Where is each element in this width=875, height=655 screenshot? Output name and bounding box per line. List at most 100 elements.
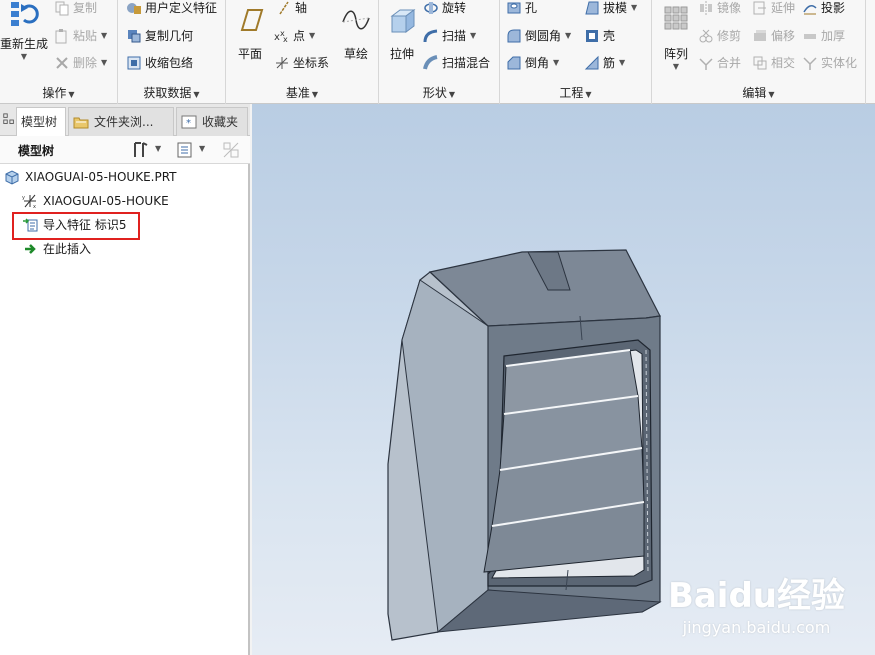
- extrude-icon: [390, 9, 416, 33]
- part-icon: [5, 170, 19, 185]
- rib-label: 筋: [603, 56, 616, 70]
- rib-icon: [584, 55, 599, 70]
- shell-label: 壳: [603, 29, 616, 43]
- svg-text:x: x: [283, 35, 288, 44]
- group-operations: 重新生成 ▼ 复制 粘贴 ▼ 删除 ▼ 操作 ▼: [0, 0, 118, 104]
- solidify-icon: [803, 57, 817, 70]
- axis-icon: [279, 1, 289, 15]
- group-datum: 平面 轴 xxx 点 ▼ 坐标系 草绘 基准 ▼: [226, 0, 379, 104]
- group-label-operations[interactable]: 操作 ▼: [0, 84, 117, 102]
- copy-label: 复制: [73, 1, 98, 15]
- sweep-icon: [423, 29, 438, 43]
- tab-favorites[interactable]: * 收藏夹: [176, 107, 248, 136]
- settings-tools-icon[interactable]: [132, 141, 150, 159]
- offset-label: 偏移: [771, 29, 796, 43]
- group-label-datum[interactable]: 基准 ▼: [226, 84, 378, 102]
- thicken-label: 加厚: [821, 29, 846, 43]
- sweep-label: 扫描: [442, 29, 467, 43]
- rib-button[interactable]: 筋 ▼: [584, 52, 625, 74]
- draft-label: 拔模: [603, 1, 628, 15]
- offset-button[interactable]: 偏移: [752, 25, 795, 47]
- pattern-button[interactable]: 阵列 ▼: [656, 0, 696, 71]
- intersect-icon: [753, 56, 767, 70]
- round-button[interactable]: 倒圆角 ▼: [506, 25, 571, 47]
- csys-button[interactable]: 坐标系: [274, 52, 329, 74]
- watermark-logo-text: Baidu经验: [667, 576, 845, 616]
- group-label-engineering[interactable]: 工程 ▼: [500, 84, 651, 102]
- model-3d-view[interactable]: [252, 104, 875, 655]
- merge-icon: [699, 58, 713, 70]
- draft-button[interactable]: 拔模 ▼: [584, 0, 637, 19]
- highlight-annotation-box: [12, 212, 140, 240]
- show-list-icon[interactable]: [176, 141, 194, 159]
- swept-blend-icon: [423, 55, 438, 70]
- filter-icon[interactable]: [222, 141, 240, 159]
- paste-button[interactable]: 粘贴 ▼: [54, 25, 107, 47]
- project-label: 投影: [821, 1, 846, 15]
- chevron-down-icon: ▼: [565, 31, 572, 40]
- swept-blend-button[interactable]: 扫描混合: [423, 52, 490, 74]
- mirror-button[interactable]: 镜像: [698, 0, 741, 19]
- axis-button[interactable]: 轴: [276, 0, 307, 19]
- shell-button[interactable]: 壳: [584, 25, 615, 47]
- revolve-icon: [424, 2, 438, 14]
- point-button[interactable]: xxx 点 ▼: [274, 25, 315, 47]
- extend-button[interactable]: 延伸: [752, 0, 795, 19]
- tab-model-tree[interactable]: 模型树: [16, 107, 66, 137]
- delete-button[interactable]: 删除 ▼: [54, 52, 107, 74]
- svg-text:y: y: [22, 195, 25, 201]
- copy-button[interactable]: 复制: [54, 0, 97, 19]
- intersect-label: 相交: [771, 56, 796, 70]
- chamfer-icon: [507, 56, 521, 70]
- plane-button[interactable]: 平面: [230, 0, 270, 62]
- chevron-down-icon[interactable]: ▼: [155, 144, 161, 153]
- csys-icon: yx: [22, 194, 36, 209]
- project-button[interactable]: 投影: [802, 0, 845, 19]
- chevron-down-icon: ▼: [672, 62, 680, 71]
- svg-text:*: *: [186, 118, 191, 129]
- csys-label: 坐标系: [293, 56, 330, 70]
- tree-item-insert-here[interactable]: 在此插入: [22, 239, 91, 259]
- copy-geometry-label: 复制几何: [145, 29, 194, 43]
- trim-icon: [699, 29, 713, 43]
- user-defined-feature-button[interactable]: 用户定义特征: [126, 0, 217, 19]
- chevron-down-icon: ▼: [309, 31, 316, 40]
- group-engineering: 孔 倒圆角 ▼ 倒角 ▼ 拔模 ▼ 壳 筋 ▼ 工程 ▼: [500, 0, 652, 104]
- chevron-down-icon: ▼: [470, 31, 477, 40]
- chamfer-button[interactable]: 倒角 ▼: [506, 52, 559, 74]
- trim-label: 修剪: [717, 29, 742, 43]
- delete-icon: [56, 57, 68, 69]
- tree-item-root-part[interactable]: XIAOGUAI-05-HOUKE.PRT: [4, 167, 177, 187]
- tree-item-csys[interactable]: yx XIAOGUAI-05-HOUKE: [22, 191, 169, 211]
- thicken-button[interactable]: 加厚: [802, 25, 845, 47]
- copy-geometry-button[interactable]: 复制几何: [126, 25, 193, 47]
- model-tree-toolbar: 模型树 ▼ ▼: [0, 136, 250, 164]
- hole-button[interactable]: 孔: [506, 0, 537, 19]
- folder-icon: [73, 117, 89, 129]
- tree-item-label: XIAOGUAI-05-HOUKE.PRT: [25, 170, 177, 184]
- chevron-down-icon[interactable]: ▼: [199, 144, 205, 153]
- group-label-get-data[interactable]: 获取数据 ▼: [118, 84, 225, 102]
- shrinkwrap-label: 收缩包络: [145, 56, 194, 70]
- point-label: 点: [293, 29, 306, 43]
- sketch-button[interactable]: 草绘: [336, 0, 376, 62]
- tab-folder-browser[interactable]: 文件夹浏...: [68, 107, 174, 136]
- regenerate-label: 重新生成: [0, 37, 49, 51]
- plane-label: 平面: [237, 47, 262, 61]
- graphics-viewport[interactable]: Baidu经验 jingyan.baidu.com: [252, 104, 875, 655]
- chevron-down-icon: ▼: [619, 58, 626, 67]
- regenerate-button[interactable]: 重新生成 ▼: [0, 0, 48, 61]
- group-label-shapes[interactable]: 形状 ▼: [379, 84, 499, 102]
- solidify-button[interactable]: 实体化: [802, 52, 857, 74]
- group-label-editing[interactable]: 编辑 ▼: [652, 84, 865, 102]
- merge-button[interactable]: 合并: [698, 52, 741, 74]
- shrinkwrap-button[interactable]: 收缩包络: [126, 52, 193, 74]
- extrude-button[interactable]: 拉伸: [383, 0, 421, 62]
- sweep-button[interactable]: 扫描 ▼: [423, 25, 476, 47]
- intersect-button[interactable]: 相交: [752, 52, 795, 74]
- trim-button[interactable]: 修剪: [698, 25, 741, 47]
- panel-layout-icon[interactable]: [2, 112, 16, 128]
- project-icon: [803, 5, 817, 15]
- thicken-icon: [804, 34, 816, 39]
- revolve-button[interactable]: 旋转: [423, 0, 466, 19]
